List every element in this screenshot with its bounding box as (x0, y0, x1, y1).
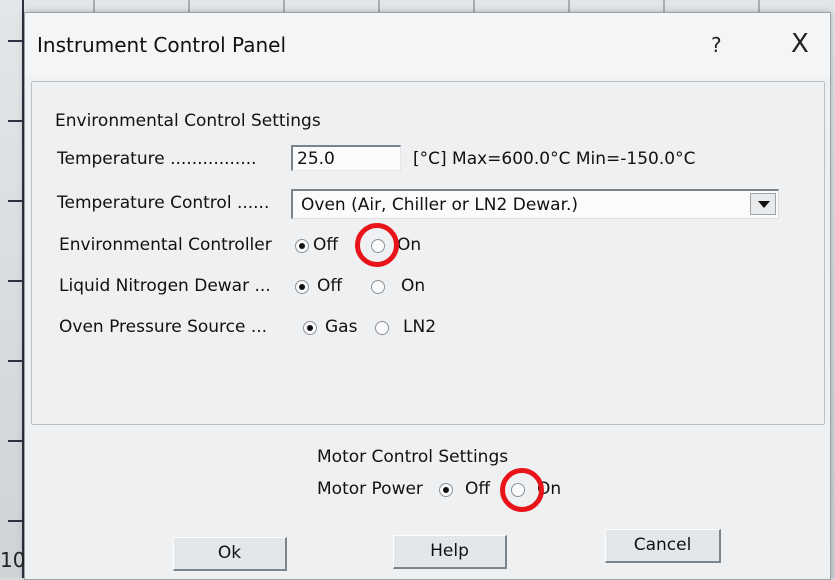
dropdown-button[interactable] (750, 193, 776, 215)
environmental-controller-off-radio[interactable] (295, 239, 309, 253)
temperature-units: [°C] Max=600.0°C Min=-150.0°C (413, 149, 696, 169)
chevron-down-icon (758, 201, 770, 208)
background-axis-tick (8, 440, 22, 442)
temperature-label: Temperature ................ (57, 149, 257, 169)
background-axis-tick (8, 40, 22, 42)
oven-pressure-source-label: Oven Pressure Source ... (59, 317, 268, 337)
highlight-circle (355, 223, 399, 267)
oven-pressure-source-ln2-label: LN2 (403, 317, 437, 337)
liquid-nitrogen-dewar-label: Liquid Nitrogen Dewar ... (59, 276, 271, 296)
motor-group-title: Motor Control Settings (317, 447, 509, 467)
background-axis-tick (8, 360, 22, 362)
title-bar: Instrument Control Panel ? X (25, 13, 830, 77)
highlight-circle (500, 468, 544, 512)
temperature-control-select[interactable]: Oven (Air, Chiller or LN2 Dewar.) (291, 189, 779, 219)
liquid-nitrogen-dewar-off-label: Off (317, 276, 343, 296)
instrument-control-dialog: Instrument Control Panel ? X Environment… (24, 12, 831, 580)
ok-button[interactable]: Ok (173, 537, 287, 571)
environmental-controller-on-label: On (397, 235, 422, 255)
liquid-nitrogen-dewar-off-radio[interactable] (295, 280, 309, 294)
temperature-input[interactable]: 25.0 (291, 145, 401, 171)
environmental-controller-off-label: Off (313, 235, 339, 255)
motor-power-label: Motor Power (317, 479, 423, 499)
background-axis-tick (8, 200, 22, 202)
help-question-icon[interactable]: ? (711, 33, 722, 57)
oven-pressure-source-ln2-radio[interactable] (375, 321, 389, 335)
environmental-controller-label: Environmental Controller (59, 235, 272, 255)
oven-pressure-source-gas-radio[interactable] (303, 321, 317, 335)
help-button[interactable]: Help (393, 535, 507, 569)
liquid-nitrogen-dewar-on-label: On (401, 276, 426, 296)
background-axis-tick (8, 520, 22, 522)
close-icon[interactable]: X (791, 29, 809, 59)
oven-pressure-source-gas-label: Gas (325, 317, 358, 337)
temperature-control-label: Temperature Control ...... (57, 193, 270, 213)
background-axis-base: 10 (0, 548, 26, 572)
background-axis-tick (8, 120, 22, 122)
background-axis-tick (8, 280, 22, 282)
environmental-group-title: Environmental Control Settings (55, 111, 321, 131)
window-title: Instrument Control Panel (37, 33, 287, 57)
cancel-button[interactable]: Cancel (605, 529, 721, 563)
liquid-nitrogen-dewar-on-radio[interactable] (371, 280, 385, 294)
motor-power-off-radio[interactable] (439, 483, 453, 497)
motor-power-off-label: Off (465, 479, 491, 499)
temperature-control-value: Oven (Air, Chiller or LN2 Dewar.) (301, 195, 579, 215)
